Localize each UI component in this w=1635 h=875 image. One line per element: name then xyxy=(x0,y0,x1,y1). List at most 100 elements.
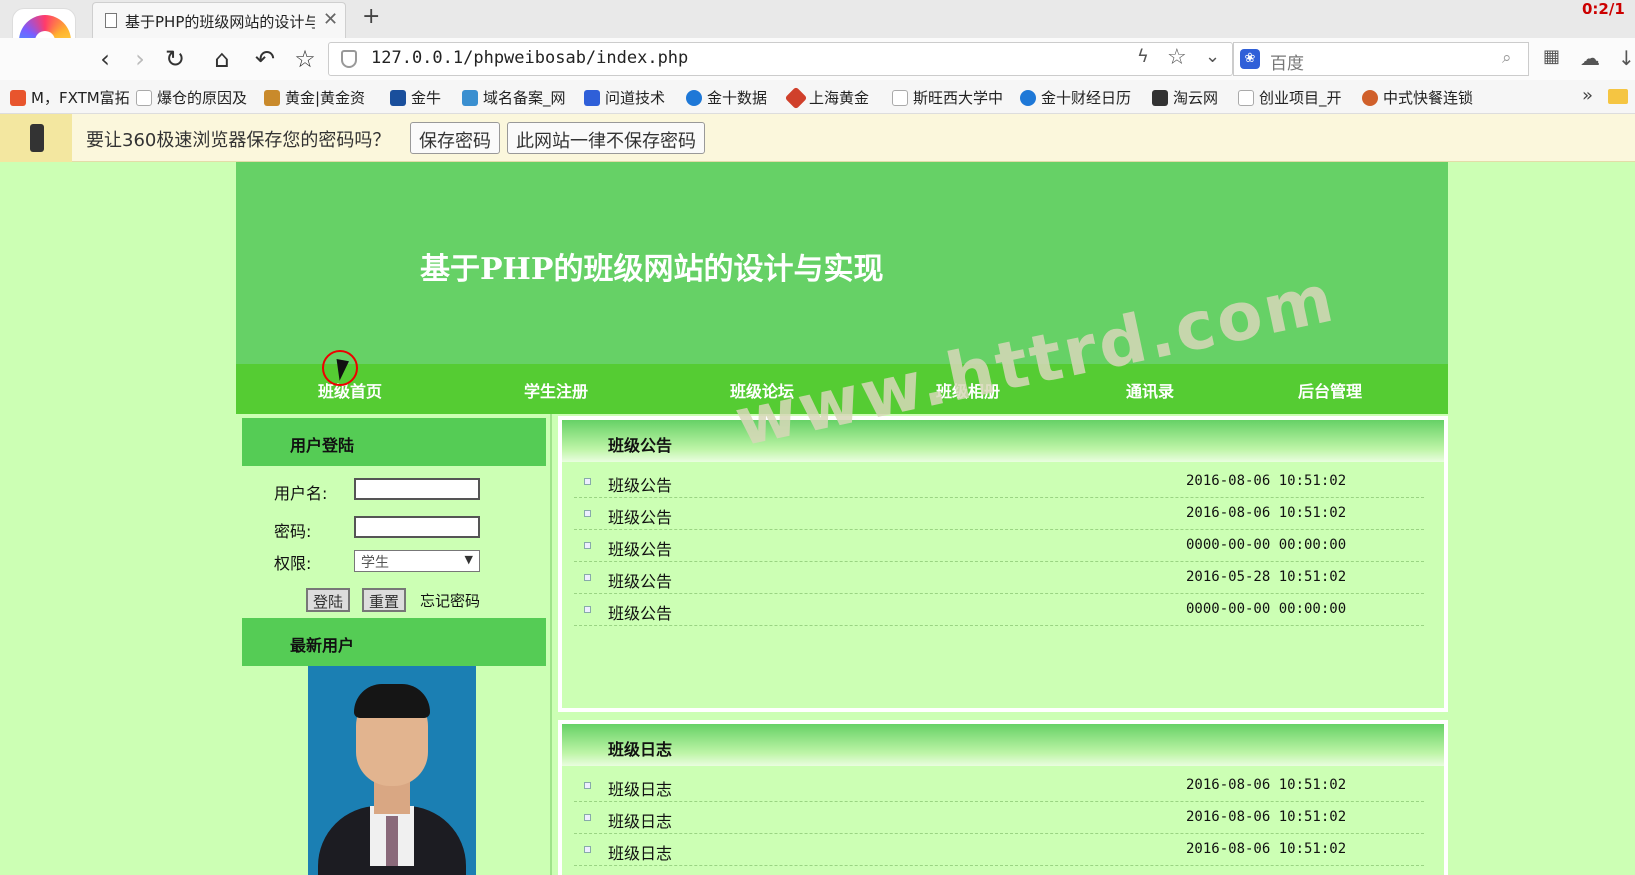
chevron-down-icon[interactable]: ⌄ xyxy=(1205,46,1220,67)
notice-row[interactable]: 班级公告 2016-08-06 10:51:02 xyxy=(574,466,1424,498)
cloud-icon[interactable]: ☁ xyxy=(1580,46,1600,70)
star-icon[interactable]: ☆ xyxy=(290,44,320,74)
address-bar[interactable]: 127.0.0.1/phpweibosab/index.php ϟ ☆ ⌄ xyxy=(328,42,1233,76)
forward-icon[interactable]: › xyxy=(125,44,155,74)
apps-grid-icon[interactable]: ▦ xyxy=(1543,46,1560,67)
lightning-icon[interactable]: ϟ xyxy=(1137,46,1149,67)
site-menu: 班级首页 学生注册 班级论坛 班级相册 通讯录 后台管理 xyxy=(236,364,1448,414)
bookmark-label: 中式快餐连锁 xyxy=(1383,89,1474,107)
bookmark-favicon xyxy=(1152,90,1168,106)
site-banner: 基于PHP的班级网站的设计与实现 xyxy=(236,162,1448,364)
username-input[interactable] xyxy=(354,478,480,500)
bullet-icon xyxy=(584,606,591,613)
notice-title[interactable]: 班级公告 xyxy=(608,472,672,496)
bookmark-favicon xyxy=(1238,90,1254,106)
role-select-value: 学生 xyxy=(361,555,389,571)
back-icon[interactable]: ‹ xyxy=(90,44,120,74)
bookmark-item[interactable]: 问道技术 xyxy=(584,87,665,108)
bookmark-item[interactable]: M，FXTM富拓 xyxy=(10,87,130,108)
browser-tab[interactable]: 基于PHP的班级网站的设计与 ✕ xyxy=(92,2,346,38)
bookmark-item[interactable]: 淘云网 xyxy=(1152,87,1218,108)
download-icon[interactable]: ↓ xyxy=(1618,46,1635,70)
key-icon xyxy=(30,124,44,152)
notice-date: 2016-05-28 10:51:02 xyxy=(1186,569,1347,585)
bullet-icon xyxy=(584,478,591,485)
bookmark-item[interactable]: 金十财经日历 xyxy=(1020,87,1131,108)
logs-header-label: 班级日志 xyxy=(608,740,673,759)
close-tab-icon[interactable]: ✕ xyxy=(323,9,338,30)
newest-users-label: 最新用户 xyxy=(290,636,355,655)
notice-title[interactable]: 班级公告 xyxy=(608,568,672,592)
bookmark-item[interactable]: 金牛 xyxy=(390,87,441,108)
log-row[interactable]: 班级日志 2016-08-06 10:51:02 xyxy=(574,770,1424,802)
undo-icon[interactable]: ↶ xyxy=(250,44,280,74)
notice-date: 2016-08-06 10:51:02 xyxy=(1186,505,1347,521)
log-row[interactable]: 班级日志 2016-08-06 10:51:02 xyxy=(574,834,1424,866)
bullet-icon xyxy=(584,782,591,789)
password-input[interactable] xyxy=(354,516,480,538)
home-icon[interactable]: ⌂ xyxy=(207,44,237,74)
search-icon[interactable]: ⌕ xyxy=(1502,48,1512,68)
notice-title[interactable]: 班级公告 xyxy=(608,504,672,528)
forgot-password-link[interactable]: 忘记密码 xyxy=(420,590,480,611)
bullet-icon xyxy=(584,574,591,581)
notice-title[interactable]: 班级公告 xyxy=(608,536,672,560)
menu-item-register[interactable]: 学生注册 xyxy=(524,378,588,402)
more-bookmarks-icon[interactable]: » xyxy=(1582,85,1593,106)
url-text[interactable]: 127.0.0.1/phpweibosab/index.php xyxy=(371,48,688,68)
bullet-icon xyxy=(584,846,591,853)
bookmark-item[interactable]: 爆仓的原因及 xyxy=(136,87,247,108)
bookmarks-bar: M，FXTM富拓 爆仓的原因及 黄金|黄金资 金牛 域名备案_网 问道技术 金十… xyxy=(0,80,1635,114)
search-box[interactable]: ❀ 百度 ⌕ xyxy=(1233,42,1529,76)
save-password-button[interactable]: 保存密码 xyxy=(410,122,500,154)
bookmark-label: 金十财经日历 xyxy=(1041,89,1132,107)
bookmark-item[interactable]: 金十数据 xyxy=(686,87,767,108)
menu-item-contacts[interactable]: 通讯录 xyxy=(1126,378,1174,402)
bookmark-favicon xyxy=(462,90,478,106)
bookmark-item[interactable]: 创业项目_开 xyxy=(1238,87,1342,108)
bullet-icon xyxy=(584,510,591,517)
bookmark-label: 爆仓的原因及 xyxy=(157,89,248,107)
log-title[interactable]: 班级日志 xyxy=(608,840,672,864)
notice-row[interactable]: 班级公告 2016-08-06 10:51:02 xyxy=(574,498,1424,530)
page-icon xyxy=(105,13,117,28)
user-avatar-photo[interactable] xyxy=(308,666,476,875)
bookmark-item[interactable]: 斯旺西大学中 xyxy=(892,87,1003,108)
password-label: 密码: xyxy=(274,522,312,541)
notice-title[interactable]: 班级公告 xyxy=(608,600,672,624)
menu-item-admin[interactable]: 后台管理 xyxy=(1298,378,1362,402)
reload-icon[interactable]: ↻ xyxy=(160,44,190,74)
save-password-bar: 要让360极速浏览器保存您的密码吗？ 保存密码 此网站一律不保存密码 xyxy=(0,114,1635,162)
never-save-password-button[interactable]: 此网站一律不保存密码 xyxy=(507,122,705,154)
new-tab-button[interactable]: + xyxy=(362,4,380,29)
bookmark-item[interactable]: 域名备案_网 xyxy=(462,87,566,108)
notice-date: 0000-00-00 00:00:00 xyxy=(1186,601,1347,617)
folder-icon[interactable] xyxy=(1608,89,1628,104)
menu-item-forum[interactable]: 班级论坛 xyxy=(730,378,794,402)
notice-row[interactable]: 班级公告 0000-00-00 00:00:00 xyxy=(574,594,1424,626)
notice-row[interactable]: 班级公告 0000-00-00 00:00:00 xyxy=(574,530,1424,562)
newest-users-header: 最新用户 xyxy=(242,618,546,666)
bookmark-item[interactable]: 中式快餐连锁 xyxy=(1362,87,1473,108)
reset-button[interactable]: 重置 xyxy=(362,588,407,612)
login-button[interactable]: 登陆 xyxy=(306,588,351,612)
bookmark-label: 淘云网 xyxy=(1173,89,1219,107)
bookmark-label: 创业项目_开 xyxy=(1259,89,1342,107)
log-title[interactable]: 班级日志 xyxy=(608,808,672,832)
menu-item-album[interactable]: 班级相册 xyxy=(936,378,1000,402)
shield-icon xyxy=(341,50,357,68)
role-select[interactable]: 学生 ▼ xyxy=(354,550,480,572)
login-header: 用户登陆 xyxy=(242,418,546,466)
bookmark-favicon xyxy=(264,90,280,106)
navigation-bar: ‹ › ↻ ⌂ ↶ ☆ 127.0.0.1/phpweibosab/index.… xyxy=(0,38,1635,80)
bookmark-favicon xyxy=(892,90,908,106)
bookmark-star-icon[interactable]: ☆ xyxy=(1167,45,1187,70)
notice-row[interactable]: 班级公告 2016-05-28 10:51:02 xyxy=(574,562,1424,594)
bookmark-item[interactable]: 黄金|黄金资 xyxy=(264,87,365,108)
baidu-icon: ❀ xyxy=(1240,49,1260,69)
site-title: 基于PHP的班级网站的设计与实现 xyxy=(420,252,884,287)
log-title[interactable]: 班级日志 xyxy=(608,776,672,800)
bookmark-item[interactable]: 上海黄金 xyxy=(784,86,869,110)
dropdown-arrow-icon: ▼ xyxy=(464,553,473,566)
log-row[interactable]: 班级日志 2016-08-06 10:51:02 xyxy=(574,802,1424,834)
